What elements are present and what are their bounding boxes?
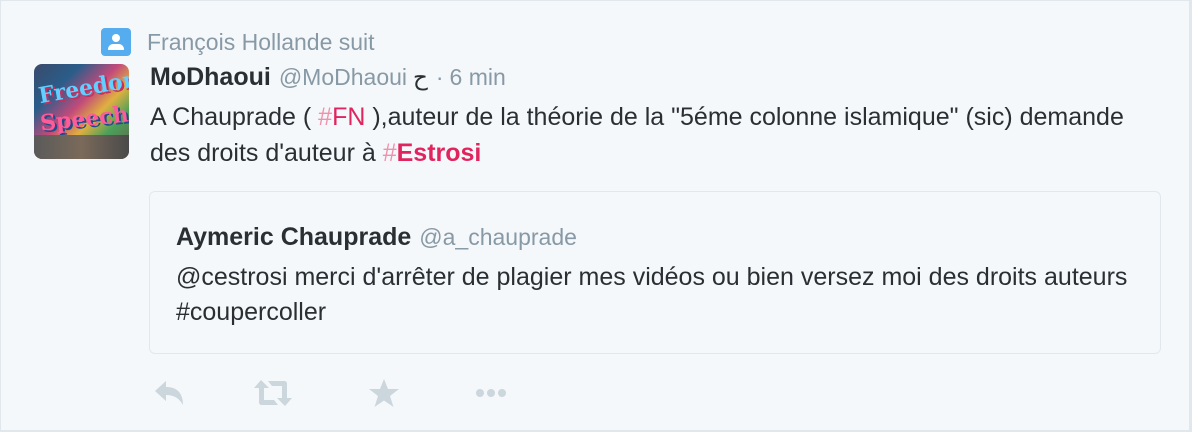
- reply-icon: [155, 381, 183, 405]
- favorite-button[interactable]: [367, 375, 401, 411]
- reply-button[interactable]: [151, 375, 187, 411]
- separator-dot: ·: [435, 64, 444, 90]
- quoted-tweet-header: Aymeric Chauprade @a_chauprade: [176, 223, 577, 252]
- star-icon: [369, 379, 399, 407]
- avatar[interactable]: Freedom Speech: [34, 64, 129, 159]
- tweet-timestamp[interactable]: 6 min: [450, 64, 506, 91]
- tweet-text: A Chauprade ( #FN ),auteur de la théorie…: [150, 99, 1160, 171]
- quoted-author-fullname: Aymeric Chauprade: [176, 223, 412, 251]
- tweet-card[interactable]: François Hollande suit Freedom Speech Mo…: [0, 0, 1192, 432]
- more-icon: [476, 389, 506, 397]
- tweet-header: MoDhaoui @MoDhaoui ح · 6 min: [150, 63, 506, 97]
- retweet-button[interactable]: [251, 375, 295, 411]
- author-badge: ح: [413, 64, 428, 90]
- more-button[interactable]: [475, 375, 507, 411]
- hashtag-fn[interactable]: #FN: [318, 103, 365, 131]
- quoted-tweet-text: @cestrosi merci d'arrêter de plagier mes…: [176, 263, 1128, 326]
- author-username[interactable]: @MoDhaoui: [279, 64, 407, 91]
- quoted-author-username: @a_chauprade: [419, 224, 577, 250]
- social-context-text[interactable]: François Hollande suit: [147, 29, 375, 56]
- tweet-text-part1: A Chauprade (: [150, 103, 319, 131]
- hashtag-estrosi[interactable]: #Estrosi: [383, 139, 482, 167]
- tweet-actions: [151, 375, 507, 411]
- follow-person-icon: [101, 28, 131, 56]
- retweet-icon: [254, 380, 292, 406]
- quoted-tweet[interactable]: Aymeric Chauprade @a_chauprade @cestrosi…: [149, 191, 1161, 354]
- author-fullname[interactable]: MoDhaoui: [150, 63, 271, 92]
- social-context: François Hollande suit: [101, 27, 375, 57]
